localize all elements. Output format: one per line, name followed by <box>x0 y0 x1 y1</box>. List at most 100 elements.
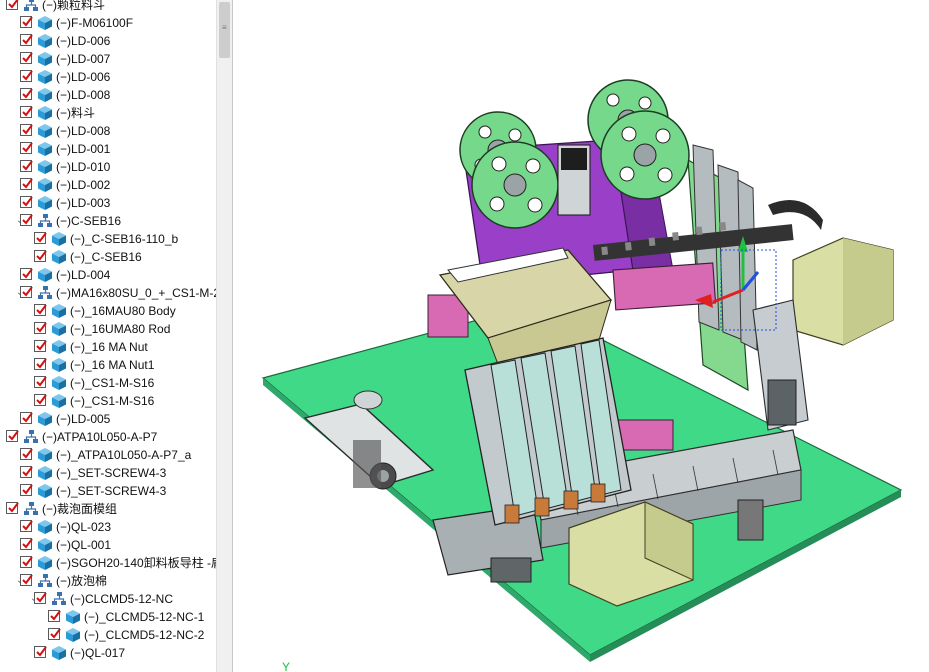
visibility-checkbox[interactable] <box>20 268 33 280</box>
tree-item[interactable]: (−)QL-023 <box>0 518 216 536</box>
visibility-checkbox[interactable] <box>20 160 33 172</box>
tree-item-label: (−)_C-SEB16-110_b <box>70 232 179 246</box>
tree-item-label: (−)_SET-SCREW4-3 <box>56 466 167 480</box>
part-icon <box>51 321 67 337</box>
visibility-checkbox[interactable] <box>20 16 33 28</box>
tree-item-label: (−)_16UMA80 Rod <box>70 322 171 336</box>
visibility-checkbox[interactable] <box>34 394 47 406</box>
visibility-checkbox[interactable] <box>34 232 47 244</box>
visibility-checkbox[interactable] <box>20 520 33 532</box>
feature-tree-panel: (−)颗粒料斗 (−)F-M06100F (−)LD-006 (−)LD-007 (−)… <box>0 0 233 672</box>
visibility-checkbox[interactable] <box>34 340 47 352</box>
tree-item[interactable]: (−)LD-007 <box>0 50 216 68</box>
visibility-checkbox[interactable] <box>34 358 47 370</box>
tree-item[interactable]: (−)_C-SEB16-110_b <box>0 230 216 248</box>
visibility-checkbox[interactable] <box>20 34 33 46</box>
tree-item[interactable]: ⌄(−)CLCMD5-12-NC <box>0 590 216 608</box>
tree-item[interactable]: (−)F-M06100F <box>0 14 216 32</box>
visibility-checkbox[interactable] <box>48 610 61 622</box>
tree-item-label: (−)LD-008 <box>56 88 111 102</box>
tree-item[interactable]: (−)_16 MA Nut <box>0 338 216 356</box>
visibility-checkbox[interactable] <box>20 484 33 496</box>
visibility-checkbox[interactable] <box>34 376 47 388</box>
tree-item[interactable]: (−)LD-006 <box>0 32 216 50</box>
tree-item[interactable]: (−)SGOH20-140卸料板导柱 -肩 <box>0 554 223 572</box>
visibility-checkbox[interactable] <box>20 106 33 118</box>
visibility-checkbox[interactable] <box>6 0 19 10</box>
tree-item[interactable]: (−)颗粒料斗 <box>0 0 216 14</box>
visibility-checkbox[interactable] <box>20 556 33 568</box>
visibility-checkbox[interactable] <box>20 70 33 82</box>
visibility-checkbox[interactable] <box>20 286 33 298</box>
part-icon <box>37 447 53 463</box>
tree-item[interactable]: ⌄(−)MA16x80SU_0_+_CS1-M-2_ <box>0 284 227 302</box>
tree-item[interactable]: (−)LD-010 <box>0 158 216 176</box>
tree-item[interactable]: (−)_SET-SCREW4-3 <box>0 464 216 482</box>
visibility-checkbox[interactable] <box>6 430 19 442</box>
tree-item[interactable]: (−)QL-017 <box>0 644 216 662</box>
tree-item[interactable]: (−)_CLCMD5-12-NC-2 <box>0 626 216 644</box>
visibility-checkbox[interactable] <box>20 448 33 460</box>
tree-item[interactable]: (−)_CS1-M-S16 <box>0 392 216 410</box>
tree-item[interactable]: (−)_16MAU80 Body <box>0 302 216 320</box>
assembly-icon <box>37 213 53 229</box>
scrollbar-thumb[interactable]: ≡ <box>219 2 230 58</box>
visibility-checkbox[interactable] <box>20 178 33 190</box>
tree-item[interactable]: (−)LD-006 <box>0 68 216 86</box>
tree-item[interactable]: ⌄(−)C-SEB16 <box>0 212 216 230</box>
tree-item[interactable]: (−)_16 MA Nut1 <box>0 356 216 374</box>
tree-item[interactable]: (−)_16UMA80 Rod <box>0 320 216 338</box>
tree-item-label: (−)CLCMD5-12-NC <box>70 592 174 606</box>
visibility-checkbox[interactable] <box>34 304 47 316</box>
tree-item[interactable]: (−)LD-003 <box>0 194 216 212</box>
visibility-checkbox[interactable] <box>6 502 19 514</box>
visibility-checkbox[interactable] <box>34 592 47 604</box>
visibility-checkbox[interactable] <box>34 646 47 658</box>
visibility-checkbox[interactable] <box>20 52 33 64</box>
part-icon <box>37 177 53 193</box>
tree-item[interactable]: (−)_ATPA10L050-A-P7_a <box>0 446 216 464</box>
visibility-checkbox[interactable] <box>20 124 33 136</box>
part-icon <box>37 465 53 481</box>
tree-item[interactable]: (−)LD-008 <box>0 122 216 140</box>
tree-item[interactable]: (−)_CLCMD5-12-NC-1 <box>0 608 216 626</box>
tree-item[interactable]: (−)ATPA10L050-A-P7 <box>0 428 216 446</box>
visibility-checkbox[interactable] <box>20 574 33 586</box>
part-icon <box>65 627 81 643</box>
visibility-checkbox[interactable] <box>20 88 33 100</box>
tree-item[interactable]: (−)LD-002 <box>0 176 216 194</box>
part-icon <box>51 339 67 355</box>
tree-item[interactable]: (−)_C-SEB16 <box>0 248 216 266</box>
tree-item-label: (−)_C-SEB16 <box>70 250 142 264</box>
visibility-checkbox[interactable] <box>34 250 47 262</box>
assembly-icon <box>51 591 67 607</box>
visibility-checkbox[interactable] <box>34 322 47 334</box>
tree-item[interactable]: (−)LD-008 <box>0 86 216 104</box>
tree-item[interactable]: (−)_SET-SCREW4-3 <box>0 482 216 500</box>
part-icon <box>37 159 53 175</box>
visibility-checkbox[interactable] <box>20 214 33 226</box>
tree-item[interactable]: (−)LD-005 <box>0 410 216 428</box>
tree-scrollbar[interactable]: ≡ <box>216 0 232 672</box>
visibility-checkbox[interactable] <box>48 628 61 640</box>
visibility-checkbox[interactable] <box>20 466 33 478</box>
tree-item[interactable]: (−)_CS1-M-S16 <box>0 374 216 392</box>
tree-item[interactable]: (−)LD-001 <box>0 140 216 158</box>
visibility-checkbox[interactable] <box>20 412 33 424</box>
tree-item[interactable]: (−)LD-004 <box>0 266 216 284</box>
tree-item[interactable]: (−)QL-001 <box>0 536 216 554</box>
tree-item[interactable]: (−)料斗 <box>0 104 216 122</box>
model-viewport[interactable]: Y <box>233 0 929 672</box>
tree-item-label: (−)_16 MA Nut <box>70 340 148 354</box>
tree-item-label: (−)裁泡面模组 <box>42 502 118 516</box>
tree-item-label: (−)MA16x80SU_0_+_CS1-M-2_ <box>56 286 227 300</box>
visibility-checkbox[interactable] <box>20 196 33 208</box>
part-icon <box>37 15 53 31</box>
visibility-checkbox[interactable] <box>20 538 33 550</box>
tree-item-label: (−)LD-001 <box>56 142 111 156</box>
tree-item-label: (−)F-M06100F <box>56 16 134 30</box>
tree-item[interactable]: (−)裁泡面模组 <box>0 500 216 518</box>
visibility-checkbox[interactable] <box>20 142 33 154</box>
tree-item-label: (−)料斗 <box>56 106 96 120</box>
tree-item[interactable]: ⌄(−)放泡棉 <box>0 572 216 590</box>
